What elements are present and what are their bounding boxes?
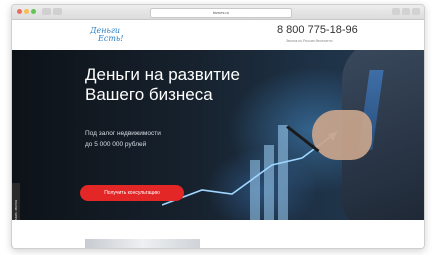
phone-caption: Звонок по России бесплатно	[286, 39, 333, 43]
site-logo[interactable]: Деньги Есть!	[82, 26, 128, 46]
maximize-window-icon[interactable]	[31, 9, 36, 14]
site-header: Деньги Есть! 8 800 775-18-96 Звонок по Р…	[12, 20, 424, 50]
businessman-hand-image	[312, 110, 372, 160]
minimize-window-icon[interactable]	[24, 9, 29, 14]
share-icon[interactable]	[392, 8, 400, 15]
hero-title-line-2: Вашего бизнеса	[85, 85, 213, 104]
get-consultation-button[interactable]: Получить консультацию	[80, 185, 184, 201]
forward-icon[interactable]	[53, 8, 62, 15]
hero-banner: Деньги на развитие Вашего бизнеса Под за…	[12, 50, 424, 220]
logo-line-2: Есть!	[98, 34, 124, 43]
browser-window: biznes.ru Деньги Есть! 8 800 775-18-96 З…	[11, 4, 425, 249]
section-image-preview	[85, 239, 200, 248]
tabs-icon[interactable]	[402, 8, 410, 15]
back-icon[interactable]	[42, 8, 51, 15]
below-hero-section	[12, 220, 424, 248]
add-tab-icon[interactable]	[412, 8, 420, 15]
hero-subtitle-line-1: Под залог недвижимости	[85, 130, 161, 137]
hero-title-line-1: Деньги на развитие	[85, 65, 240, 84]
browser-titlebar: biznes.ru	[12, 5, 424, 20]
close-window-icon[interactable]	[17, 9, 22, 14]
phone-number[interactable]: 8 800 775-18-96	[277, 24, 387, 36]
hero-subtitle-line-2: до 5 000 000 рублей	[85, 141, 147, 148]
address-bar[interactable]: biznes.ru	[150, 8, 292, 18]
